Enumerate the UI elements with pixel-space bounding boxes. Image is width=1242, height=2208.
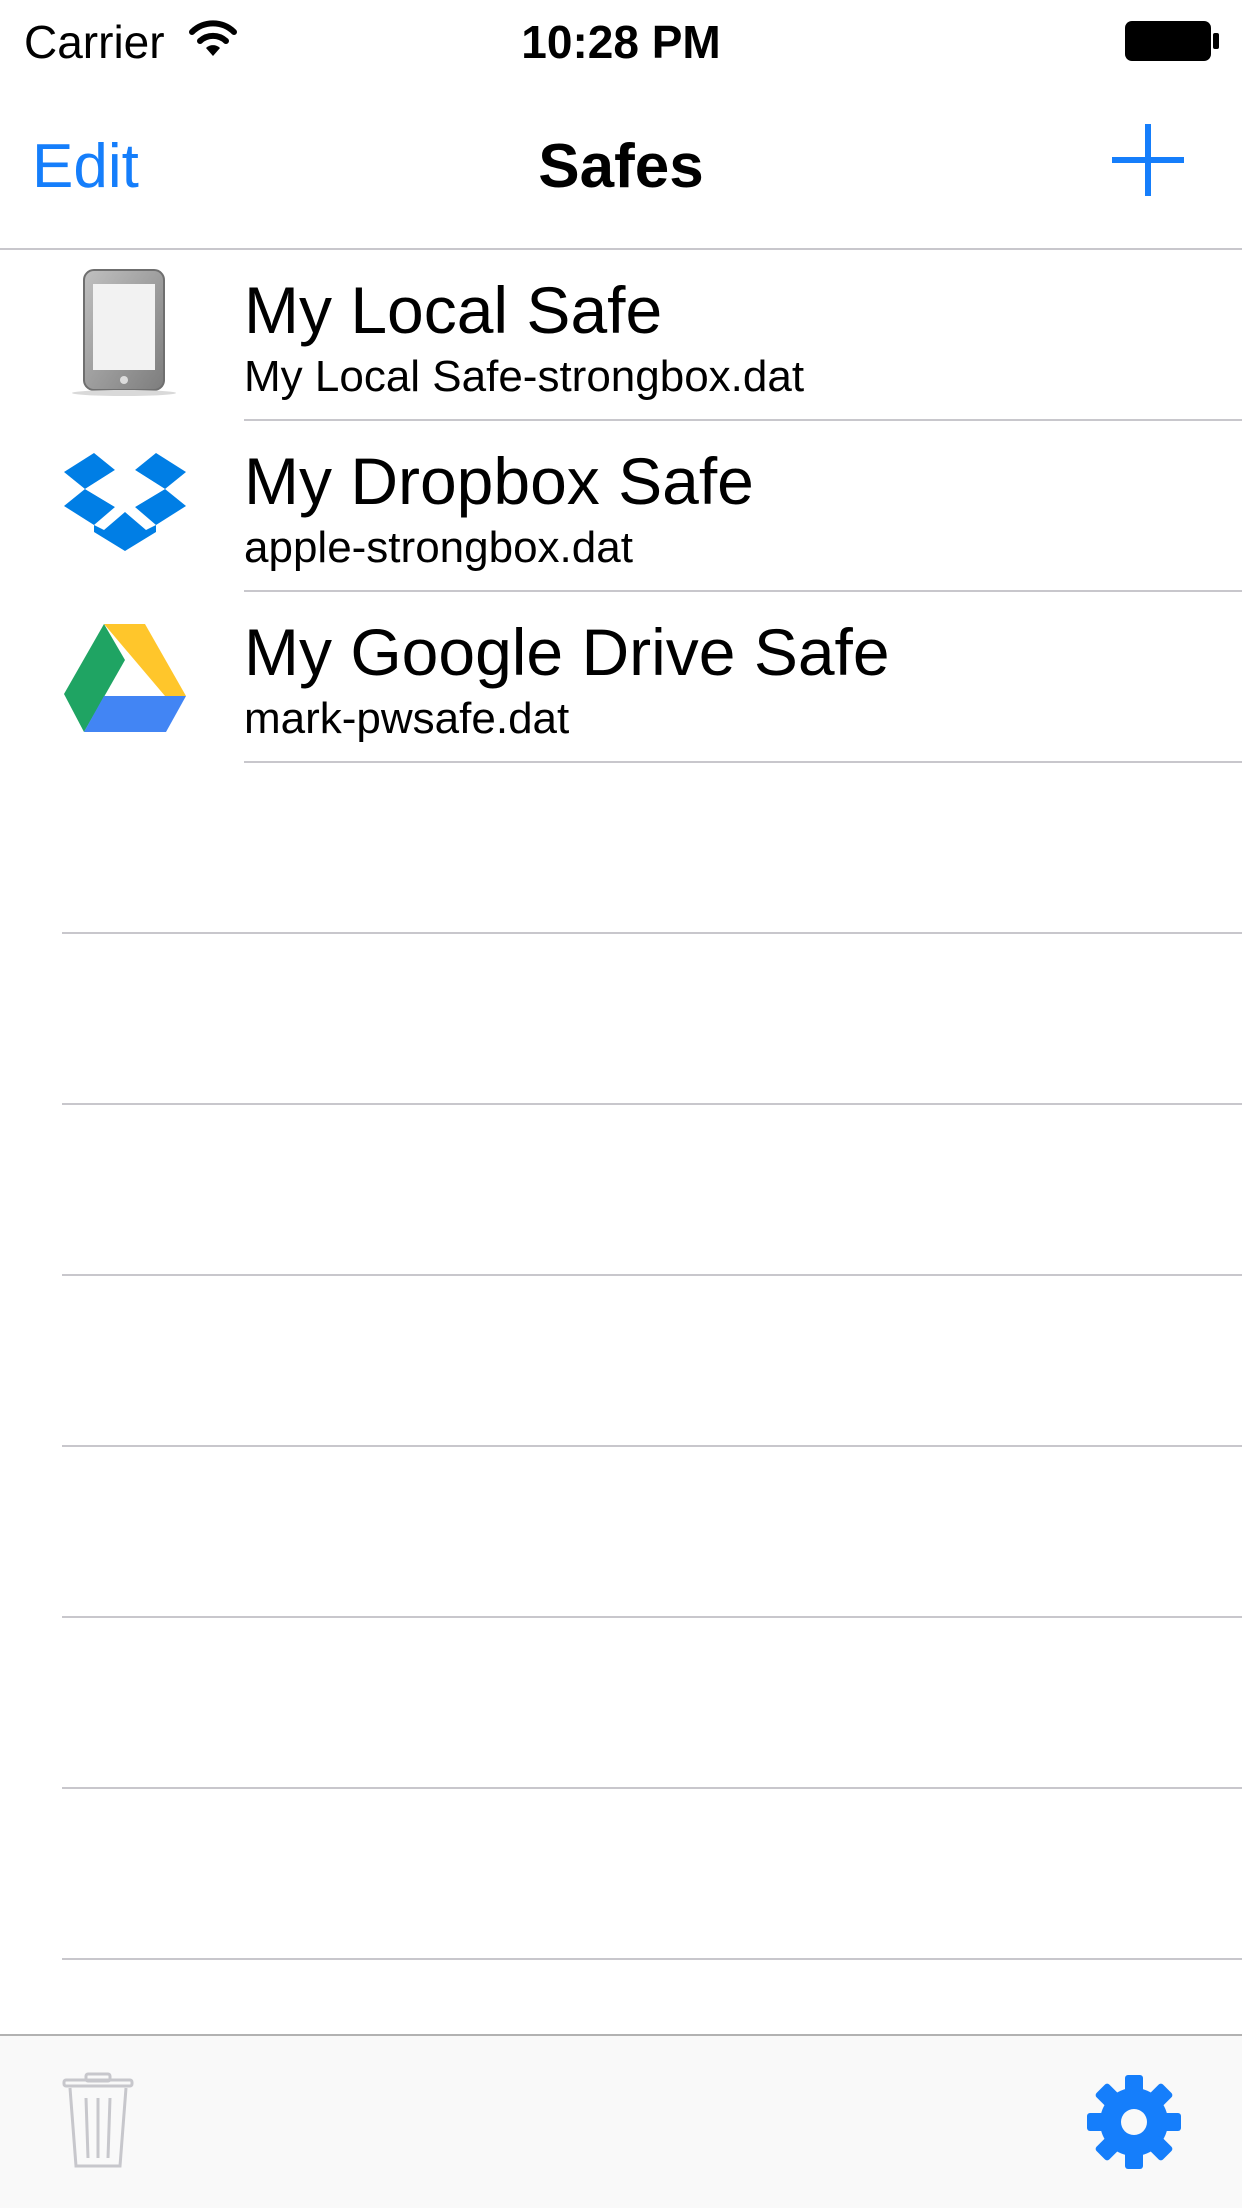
plus-icon[interactable] xyxy=(1110,122,1186,198)
safe-title: My Local Safe xyxy=(244,273,663,347)
battery-icon xyxy=(1125,21,1219,61)
status-bar: Carrier 10:28 PM xyxy=(0,0,1242,86)
row-separator xyxy=(62,1958,1242,1960)
local-device-icon xyxy=(72,269,176,396)
safes-table: My Local Safe My Local Safe-strongbox.da… xyxy=(0,250,1242,1960)
dropbox-icon xyxy=(64,453,186,551)
gear-icon[interactable] xyxy=(1086,2074,1182,2170)
navigation-bar: Edit Safes xyxy=(0,86,1242,250)
safe-title: My Google Drive Safe xyxy=(244,615,890,689)
safe-title: My Dropbox Safe xyxy=(244,444,754,518)
safe-row-local[interactable]: My Local Safe My Local Safe-strongbox.da… xyxy=(0,250,1242,421)
google-drive-icon xyxy=(64,624,186,732)
trash-icon[interactable] xyxy=(60,2072,136,2172)
empty-row xyxy=(0,1618,1242,1789)
page-title: Safes xyxy=(538,132,704,201)
empty-row xyxy=(0,1105,1242,1276)
empty-row xyxy=(0,1276,1242,1447)
bottom-toolbar xyxy=(0,2034,1242,2208)
safe-row-google-drive[interactable]: My Google Drive Safe mark-pwsafe.dat xyxy=(0,592,1242,763)
safe-filename: apple-strongbox.dat xyxy=(244,523,633,572)
empty-row xyxy=(0,934,1242,1105)
status-time: 10:28 PM xyxy=(521,16,721,68)
safe-row-dropbox[interactable]: My Dropbox Safe apple-strongbox.dat xyxy=(0,421,1242,592)
empty-row xyxy=(0,1447,1242,1618)
safe-filename: mark-pwsafe.dat xyxy=(244,694,570,743)
empty-row xyxy=(0,1789,1242,1960)
safe-filename: My Local Safe-strongbox.dat xyxy=(244,352,805,401)
empty-row xyxy=(0,763,1242,934)
